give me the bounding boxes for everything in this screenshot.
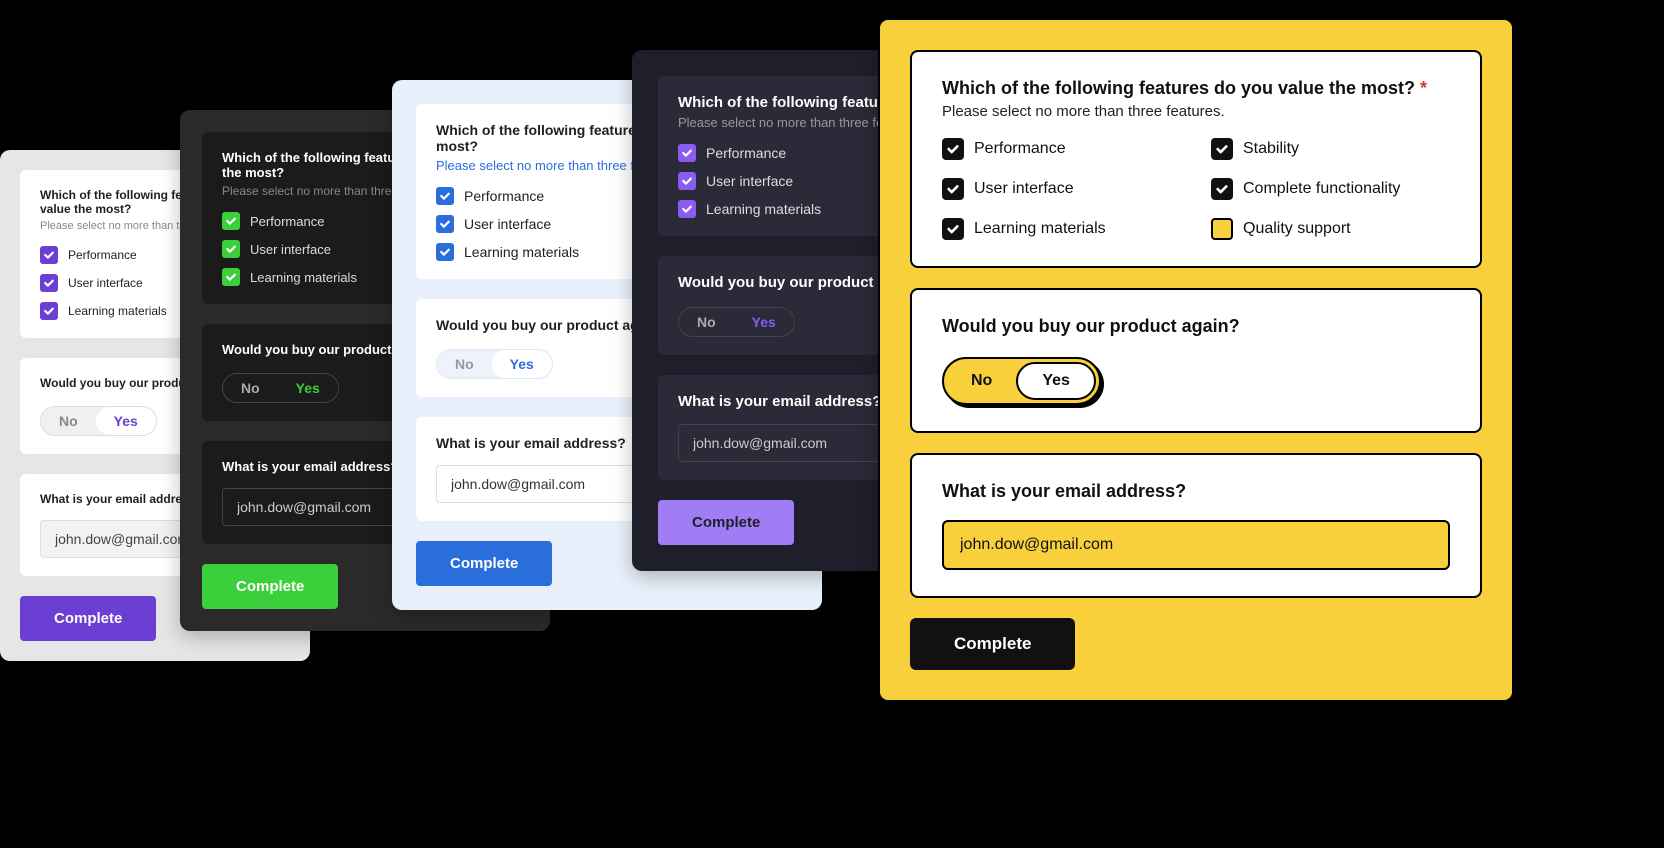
option-label: Performance	[68, 248, 137, 262]
checkbox-icon	[222, 268, 240, 286]
option-label: Learning materials	[250, 270, 357, 285]
option-label: User interface	[68, 276, 143, 290]
question-title: Would you buy our product again?	[942, 316, 1450, 337]
option-label: Performance	[250, 214, 324, 229]
option-label: Complete functionality	[1243, 180, 1400, 198]
toggle-no[interactable]: No	[947, 364, 1016, 398]
option-user-interface[interactable]: User interface	[942, 178, 1181, 200]
checkbox-icon	[1211, 178, 1233, 200]
option-label: User interface	[706, 173, 793, 189]
option-label: Performance	[706, 145, 786, 161]
option-quality-support[interactable]: Quality support	[1211, 218, 1450, 240]
checkbox-icon	[436, 215, 454, 233]
option-performance[interactable]: Performance	[942, 138, 1181, 160]
checkbox-icon	[222, 240, 240, 258]
question-email: What is your email address?	[910, 453, 1482, 598]
checkbox-icon	[40, 274, 58, 292]
checkbox-icon	[222, 212, 240, 230]
checkbox-icon	[942, 138, 964, 160]
checkbox-icon	[678, 172, 696, 190]
option-label: Performance	[464, 188, 544, 204]
option-label: User interface	[974, 180, 1074, 198]
option-label: Learning materials	[706, 201, 821, 217]
option-label: User interface	[250, 242, 331, 257]
checkbox-icon	[942, 218, 964, 240]
option-label: Quality support	[1243, 220, 1351, 238]
survey-card-yellow: Which of the following features do you v…	[878, 18, 1514, 702]
toggle-no[interactable]: No	[41, 407, 96, 435]
yes-no-toggle[interactable]: No Yes	[40, 406, 157, 436]
option-label: User interface	[464, 216, 551, 232]
yes-no-toggle[interactable]: No Yes	[436, 349, 553, 379]
complete-button[interactable]: Complete	[910, 618, 1075, 670]
checkbox-icon	[436, 243, 454, 261]
option-complete-functionality[interactable]: Complete functionality	[1211, 178, 1450, 200]
toggle-no[interactable]: No	[679, 308, 734, 336]
yes-no-toggle[interactable]: No Yes	[222, 373, 339, 403]
toggle-no[interactable]: No	[223, 374, 278, 402]
option-learning-materials[interactable]: Learning materials	[942, 218, 1181, 240]
option-label: Learning materials	[68, 304, 167, 318]
option-stability[interactable]: Stability	[1211, 138, 1450, 160]
question-title: What is your email address?	[942, 481, 1450, 502]
toggle-yes[interactable]: Yes	[1016, 362, 1096, 400]
question-title: Which of the following features do you v…	[942, 78, 1450, 99]
yes-no-toggle[interactable]: No Yes	[678, 307, 795, 337]
checkbox-icon	[436, 187, 454, 205]
option-label: Learning materials	[464, 244, 579, 260]
checkbox-icon	[678, 200, 696, 218]
checkbox-icon	[942, 178, 964, 200]
toggle-yes[interactable]: Yes	[492, 350, 552, 378]
required-mark: *	[1420, 78, 1427, 98]
checkbox-icon	[1211, 138, 1233, 160]
option-label: Performance	[974, 140, 1066, 158]
complete-button[interactable]: Complete	[202, 564, 338, 609]
complete-button[interactable]: Complete	[658, 500, 794, 545]
question-features: Which of the following features do you v…	[910, 50, 1482, 268]
option-label: Learning materials	[974, 220, 1106, 238]
complete-button[interactable]: Complete	[416, 541, 552, 586]
email-input[interactable]	[942, 520, 1450, 570]
toggle-yes[interactable]: Yes	[734, 308, 794, 336]
toggle-yes[interactable]: Yes	[96, 407, 156, 435]
question-subtitle: Please select no more than three feature…	[942, 103, 1450, 120]
checkbox-icon	[40, 302, 58, 320]
checkbox-icon	[1211, 218, 1233, 240]
complete-button[interactable]: Complete	[20, 596, 156, 641]
yes-no-toggle[interactable]: No Yes	[942, 357, 1101, 405]
checkbox-icon	[40, 246, 58, 264]
question-buy-again: Would you buy our product again? No Yes	[910, 288, 1482, 433]
checkbox-icon	[678, 144, 696, 162]
toggle-no[interactable]: No	[437, 350, 492, 378]
toggle-yes[interactable]: Yes	[278, 374, 338, 402]
option-label: Stability	[1243, 140, 1299, 158]
